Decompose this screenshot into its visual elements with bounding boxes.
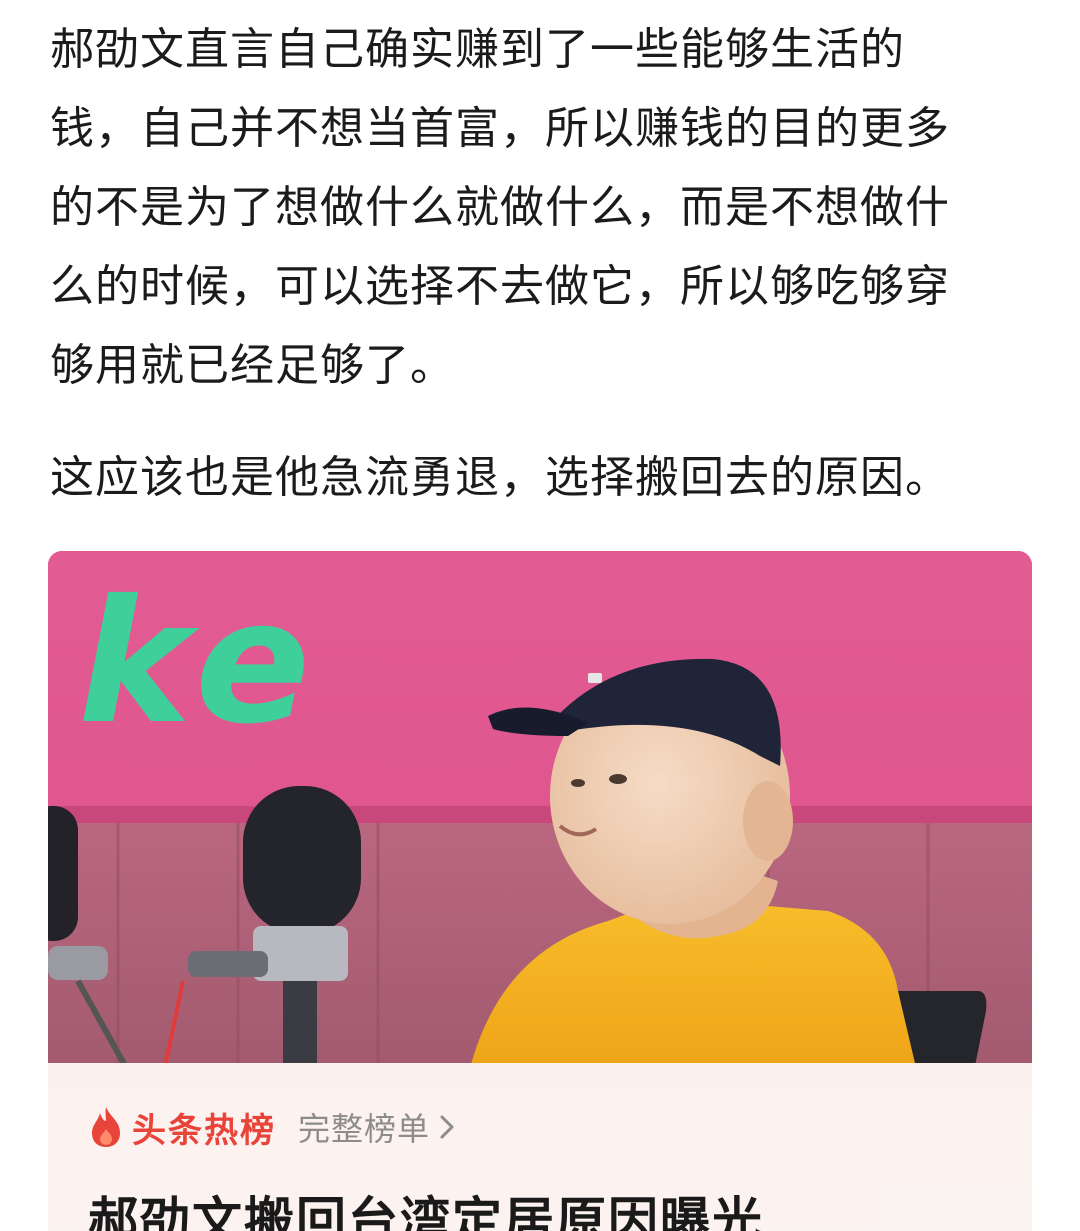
sign-lettering: ke <box>78 564 320 762</box>
paragraph-line: 郝劭文直言自己确实赚到了一些能够生活的 <box>50 24 905 75</box>
chevron-right-icon[interactable] <box>438 1114 456 1140</box>
headline-fade <box>808 1181 1032 1231</box>
full-list-link[interactable]: 完整榜单 <box>298 1104 430 1150</box>
paragraph-line: 这应该也是他急流勇退，选择搬回去的原因。 <box>50 452 950 503</box>
paragraph-line: 的不是为了想做什么就做什么，而是不想做什 <box>50 182 950 233</box>
hot-list-header: 头条热榜 完整榜单 <box>88 1099 456 1155</box>
hot-list-card[interactable]: 头条热榜 完整榜单 郝劭文搬回台湾定居原因曝光 <box>48 1063 1032 1231</box>
svg-text:ke: ke <box>78 564 320 762</box>
hot-list-title: 头条热榜 <box>132 1110 276 1151</box>
paragraph-line: 么的时候，可以选择不去做它，所以够吃够穿 <box>50 261 950 312</box>
paragraph-line: 够用就已经足够了。 <box>50 340 455 391</box>
paragraph-line: 钱，自己并不想当首富，所以赚钱的目的更多 <box>50 103 950 154</box>
article-paragraph-1: 郝劭文直言自己确实赚到了一些能够生活的 钱，自己并不想当首富，所以赚钱的目的更多… <box>50 10 1030 405</box>
hot-list-headline[interactable]: 郝劭文搬回台湾定居原因曝光 <box>88 1181 764 1231</box>
article-image[interactable]: ke 头条热榜 完整榜单 郝劭文搬回台湾定居原因曝光 <box>48 551 1032 1231</box>
article-page: 郝劭文直言自己确实赚到了一些能够生活的 钱，自己并不想当首富，所以赚钱的目的更多… <box>0 0 1080 1231</box>
flame-icon <box>92 1107 120 1147</box>
article-paragraph-2: 这应该也是他急流勇退，选择搬回去的原因。 <box>50 438 1030 517</box>
